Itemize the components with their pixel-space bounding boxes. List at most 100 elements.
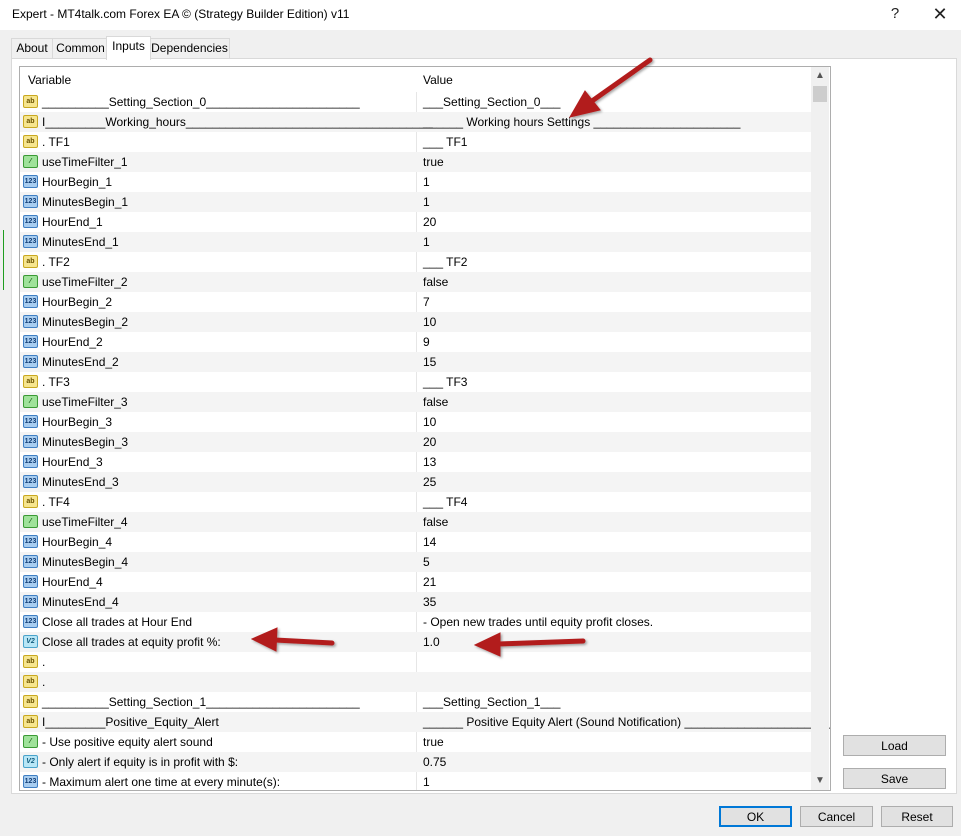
value-cell[interactable]: 10 — [423, 315, 436, 329]
table-row[interactable]: ab. — [20, 672, 811, 692]
table-row[interactable]: 123 MinutesBegin_2 10 — [20, 312, 811, 332]
value-cell[interactable]: true — [423, 155, 444, 169]
table-row[interactable]: 123 HourBegin_1 1 — [20, 172, 811, 192]
table-row[interactable]: 123 MinutesEnd_2 15 — [20, 352, 811, 372]
table-row[interactable]: ⁄ useTimeFilter_2 false — [20, 272, 811, 292]
table-row[interactable]: ab . TF2 ___ TF2 — [20, 252, 811, 272]
table-row[interactable]: 123 HourBegin_3 10 — [20, 412, 811, 432]
value-cell[interactable]: true — [423, 735, 444, 749]
variable-cell: HourBegin_4 — [42, 535, 113, 549]
integer-type-icon: 123 — [23, 355, 38, 368]
variable-cell: useTimeFilter_1 — [42, 155, 128, 169]
load-button[interactable]: Load — [843, 735, 946, 756]
value-cell[interactable]: 1.0 — [423, 635, 440, 649]
value-cell[interactable]: 25 — [423, 475, 436, 489]
table-row[interactable]: ab __________Setting_Section_1___________… — [20, 692, 811, 712]
value-cell[interactable]: ___ TF4 — [423, 495, 467, 509]
integer-type-icon: 123 — [23, 175, 38, 188]
value-cell[interactable]: 35 — [423, 595, 436, 609]
variable-cell: MinutesBegin_4 — [42, 555, 129, 569]
table-row[interactable]: ab I_________Positive_Equity_Alert ______ … — [20, 712, 830, 732]
value-cell[interactable]: - Open new trades until equity profit cl… — [423, 615, 653, 629]
table-row[interactable]: 123 HourBegin_2 7 — [20, 292, 811, 312]
save-button[interactable]: Save — [843, 768, 946, 789]
value-cell[interactable]: false — [423, 515, 448, 529]
value-cell[interactable]: 9 — [423, 335, 430, 349]
tab-dependencies[interactable]: Dependencies — [149, 38, 230, 59]
table-row[interactable]: ab. — [20, 652, 811, 672]
table-row[interactable]: ab I_________Working_hours_______________… — [20, 112, 811, 132]
scroll-up-arrow-icon[interactable]: ▲ — [811, 67, 829, 85]
value-cell[interactable]: ______ Working hours Settings __________… — [423, 115, 740, 129]
value-cell[interactable]: false — [423, 275, 448, 289]
value-cell[interactable]: 5 — [423, 555, 430, 569]
table-row[interactable]: V2 - Only alert if equity is in profit wi… — [20, 752, 811, 772]
table-row[interactable]: V2 Close all trades at equity profit %: 1.… — [20, 632, 811, 652]
ok-button[interactable]: OK — [719, 806, 792, 827]
table-row[interactable]: ab . TF1 ___ TF1 — [20, 132, 811, 152]
help-button[interactable]: ? — [875, 2, 915, 28]
value-cell[interactable]: 0.75 — [423, 755, 446, 769]
value-cell[interactable]: ___ TF3 — [423, 375, 467, 389]
value-cell[interactable]: 21 — [423, 575, 436, 589]
value-cell[interactable]: 1 — [423, 235, 430, 249]
table-row[interactable]: 123 MinutesEnd_1 1 — [20, 232, 811, 252]
table-row[interactable]: 123 MinutesEnd_4 35 — [20, 592, 811, 612]
table-row[interactable]: 123 Close all trades at Hour End - Open ne… — [20, 612, 811, 632]
table-row[interactable]: 123 HourEnd_3 13 — [20, 452, 811, 472]
variable-cell: HourEnd_1 — [42, 215, 103, 229]
table-row[interactable]: 123 MinutesBegin_3 20 — [20, 432, 811, 452]
value-cell[interactable]: ___ TF1 — [423, 135, 467, 149]
table-row[interactable]: ab . TF4 ___ TF4 — [20, 492, 811, 512]
tab-about[interactable]: About — [11, 38, 53, 59]
table-row[interactable]: 123 MinutesBegin_4 5 — [20, 552, 811, 572]
scroll-down-arrow-icon[interactable]: ▼ — [811, 772, 829, 790]
value-cell[interactable]: false — [423, 395, 448, 409]
cancel-button[interactable]: Cancel — [800, 806, 873, 827]
table-row[interactable]: ab __________Setting_Section_0___________… — [20, 92, 811, 112]
value-cell[interactable]: 1 — [423, 195, 430, 209]
value-cell[interactable]: ___Setting_Section_0___ — [423, 95, 560, 109]
value-cell[interactable]: 7 — [423, 295, 430, 309]
table-row[interactable]: ab . TF3 ___ TF3 — [20, 372, 811, 392]
value-cell[interactable]: 14 — [423, 535, 436, 549]
table-row[interactable]: 123 MinutesBegin_1 1 — [20, 192, 811, 212]
title-bar: Expert - MT4talk.com Forex EA © (Strateg… — [0, 0, 961, 30]
value-cell[interactable]: ______ Positive Equity Alert (Sound Noti… — [423, 715, 830, 729]
scroll-thumb[interactable] — [813, 86, 827, 102]
tab-inputs[interactable]: Inputs — [106, 36, 151, 60]
grid-rows: ab __________Setting_Section_0___________… — [20, 92, 830, 790]
value-cell[interactable]: 1 — [423, 175, 430, 189]
table-row[interactable]: ⁄ useTimeFilter_3 false — [20, 392, 811, 412]
value-cell[interactable]: 20 — [423, 215, 436, 229]
value-cell[interactable]: ___ TF2 — [423, 255, 467, 269]
string-type-icon: ab — [23, 675, 38, 688]
tab-common[interactable]: Common — [52, 38, 109, 59]
vertical-scrollbar[interactable]: ▲ ▼ — [811, 67, 829, 790]
inputs-grid[interactable]: Variable Value ab __________Setting_Secti… — [19, 66, 831, 791]
variable-cell: . TF2 — [42, 255, 70, 269]
value-cell[interactable]: 20 — [423, 435, 436, 449]
variable-cell: __________Setting_Section_1_____________… — [42, 695, 360, 709]
reset-button[interactable]: Reset — [881, 806, 953, 827]
close-button[interactable]: ✕ — [920, 2, 960, 28]
table-row[interactable]: ⁄ - Use positive equity alert sound true — [20, 732, 811, 752]
value-cell[interactable]: 15 — [423, 355, 436, 369]
value-cell[interactable]: ___Setting_Section_1___ — [423, 695, 560, 709]
table-row[interactable]: 123 MinutesEnd_3 25 — [20, 472, 811, 492]
value-cell[interactable]: 1 — [423, 775, 430, 789]
value-cell[interactable]: 13 — [423, 455, 436, 469]
column-header-value[interactable]: Value — [423, 73, 453, 87]
table-row[interactable]: ⁄ useTimeFilter_4 false — [20, 512, 811, 532]
table-row[interactable]: 123 HourBegin_4 14 — [20, 532, 811, 552]
variable-cell: . — [42, 655, 46, 669]
column-header-variable[interactable]: Variable — [28, 73, 71, 87]
table-row[interactable]: 123 HourEnd_1 20 — [20, 212, 811, 232]
table-row[interactable]: 123 HourEnd_2 9 — [20, 332, 811, 352]
value-cell[interactable]: 10 — [423, 415, 436, 429]
table-row[interactable]: 123 - Maximum alert one time at every min… — [20, 772, 811, 790]
table-row[interactable]: ⁄ useTimeFilter_1 true — [20, 152, 811, 172]
integer-type-icon: 123 — [23, 335, 38, 348]
integer-type-icon: 123 — [23, 315, 38, 328]
table-row[interactable]: 123 HourEnd_4 21 — [20, 572, 811, 592]
